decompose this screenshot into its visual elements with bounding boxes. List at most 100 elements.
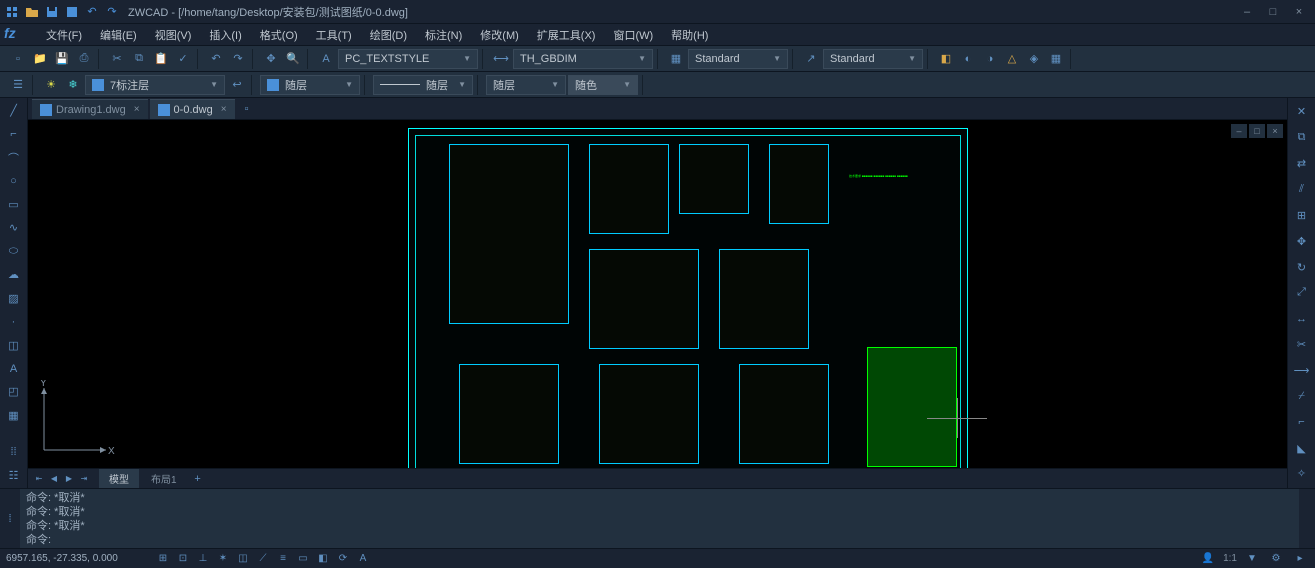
cmd-scrollbar[interactable] [1299, 489, 1315, 548]
table-icon[interactable]: ▦ [4, 407, 24, 424]
new-tab-icon[interactable]: ▫ [237, 99, 257, 119]
tb-icon-2[interactable]: ◐ [958, 49, 978, 69]
cmd-handle-icon[interactable]: ⁞ [0, 489, 20, 548]
point-icon[interactable]: · [4, 313, 24, 330]
menu-dimension[interactable]: 标注(N) [417, 25, 470, 45]
menu-format[interactable]: 格式(O) [252, 25, 306, 45]
scale-value[interactable]: 1:1 [1223, 553, 1237, 564]
block-icon[interactable]: ◫ [4, 336, 24, 353]
app-menu-icon[interactable] [4, 4, 20, 20]
polyline-icon[interactable]: ⌐ [4, 125, 24, 142]
fillet-icon[interactable]: ⌐ [1292, 412, 1312, 432]
zoom-icon[interactable]: 🔍 [283, 49, 303, 69]
move-grip-icon[interactable]: ⁞⁞ [4, 443, 24, 460]
menu-help[interactable]: 帮助(H) [663, 25, 716, 45]
vp-minimize-icon[interactable]: – [1231, 124, 1247, 138]
circle-icon[interactable]: ○ [4, 172, 24, 189]
tablestyle-icon[interactable]: ▦ [666, 49, 686, 69]
cycle-icon[interactable]: ⟳ [334, 551, 352, 567]
region-icon[interactable]: ◰ [4, 383, 24, 400]
paste-icon[interactable]: 📋 [151, 49, 171, 69]
pan-icon[interactable]: ✥ [261, 49, 281, 69]
undo-btn-icon[interactable]: ↶ [206, 49, 226, 69]
extend-icon[interactable]: ⟶ [1292, 361, 1312, 381]
layer-prev-icon[interactable]: ↩ [227, 75, 247, 95]
tablestyle-dropdown[interactable]: Standard ▼ [688, 49, 788, 69]
coordinates[interactable]: 6957.165, -27.335, 0.000 [6, 553, 146, 564]
menu-tools[interactable]: 工具(T) [308, 25, 360, 45]
layout-last-icon[interactable]: ⇥ [77, 471, 91, 487]
open-icon[interactable] [24, 4, 40, 20]
chevron-down-icon[interactable]: ▼ [1243, 551, 1261, 567]
add-layout-icon[interactable]: + [189, 471, 207, 487]
snap-grid-icon[interactable]: ⊞ [154, 551, 172, 567]
new-icon[interactable]: ▫ [8, 49, 28, 69]
menu-insert[interactable]: 插入(I) [201, 25, 249, 45]
tb-icon-5[interactable]: ◈ [1024, 49, 1044, 69]
cut-icon[interactable]: ✂ [107, 49, 127, 69]
match-icon[interactable]: ✓ [173, 49, 193, 69]
annot-icon[interactable]: A [354, 551, 372, 567]
drawing-viewport[interactable]: – □ × 技术要求 ■■■■■■ ■■■■■■ ■■■■■■ ■■■■■■ [28, 120, 1287, 468]
layout-prev-icon[interactable]: ◀ [47, 471, 61, 487]
lweight-icon[interactable]: ≡ [274, 551, 292, 567]
dimstyle-icon[interactable]: ⟷ [491, 49, 511, 69]
menu-edit[interactable]: 编辑(E) [92, 25, 145, 45]
stretch-icon[interactable]: ↔ [1292, 309, 1312, 329]
dimstyle-dropdown[interactable]: TH_GBDIM ▼ [513, 49, 653, 69]
tb-icon-3[interactable]: ◑ [980, 49, 1000, 69]
array-icon[interactable]: ⊞ [1292, 205, 1312, 225]
open-file-icon[interactable]: 📁 [30, 49, 50, 69]
polar-icon[interactable]: ✶ [214, 551, 232, 567]
cloud-icon[interactable]: ☁ [4, 266, 24, 283]
overflow-icon[interactable]: ▸ [1291, 551, 1309, 567]
color-dropdown[interactable]: 随层 ▼ [486, 75, 566, 95]
save-as-icon[interactable] [64, 4, 80, 20]
textstyle-dropdown[interactable]: PC_TEXTSTYLE ▼ [338, 49, 478, 69]
arc-icon[interactable]: ⌒ [4, 149, 24, 166]
dyn-icon[interactable]: ▭ [294, 551, 312, 567]
linetype-dropdown[interactable]: 随层 ▼ [260, 75, 360, 95]
rectangle-icon[interactable]: ▭ [4, 196, 24, 213]
save-file-icon[interactable]: 💾 [52, 49, 72, 69]
otrack-icon[interactable]: ⟋ [254, 551, 272, 567]
user-icon[interactable]: 👤 [1199, 551, 1217, 567]
undo-icon[interactable]: ↶ [84, 4, 100, 20]
save-icon[interactable] [44, 4, 60, 20]
layer-dropdown[interactable]: 7标注层 ▼ [85, 75, 225, 95]
doc-tab-drawing1[interactable]: Drawing1.dwg × [32, 99, 148, 119]
tb-icon-4[interactable]: △ [1002, 49, 1022, 69]
layer-manager-icon[interactable]: ☰ [8, 75, 28, 95]
chamfer-icon[interactable]: ◣ [1292, 438, 1312, 458]
close-tab-icon[interactable]: × [221, 104, 227, 115]
ellipse-icon[interactable]: ⬭ [4, 243, 24, 260]
redo-btn-icon[interactable]: ↷ [228, 49, 248, 69]
print-icon[interactable]: ⎙ [74, 49, 94, 69]
tb-icon-6[interactable]: ▦ [1046, 49, 1066, 69]
erase-icon[interactable]: ✕ [1292, 102, 1312, 122]
hatch-icon[interactable]: ▨ [4, 290, 24, 307]
menu-window[interactable]: 窗口(W) [605, 25, 661, 45]
vp-close-icon[interactable]: × [1267, 124, 1283, 138]
break-icon[interactable]: ⌿ [1292, 386, 1312, 406]
copy-icon[interactable]: ⧉ [129, 49, 149, 69]
line-icon[interactable]: ╱ [4, 102, 24, 119]
layer-state-icon[interactable]: ☀ [41, 75, 61, 95]
explode-icon[interactable]: ✧ [1292, 464, 1312, 484]
menu-modify[interactable]: 修改(M) [472, 25, 527, 45]
close-tab-icon[interactable]: × [134, 104, 140, 115]
trim-icon[interactable]: ✂ [1292, 335, 1312, 355]
menu-ext[interactable]: 扩展工具(X) [529, 25, 604, 45]
lineweight-dropdown[interactable]: 随层 ▼ [373, 75, 473, 95]
menu-draw[interactable]: 绘图(D) [362, 25, 415, 45]
leaderstyle-icon[interactable]: ↗ [801, 49, 821, 69]
textstyle-icon[interactable]: A [316, 49, 336, 69]
copy-obj-icon[interactable]: ⧉ [1292, 128, 1312, 148]
layout-next-icon[interactable]: ▶ [62, 471, 76, 487]
leaderstyle-dropdown[interactable]: Standard ▼ [823, 49, 923, 69]
move-icon[interactable]: ✥ [1292, 231, 1312, 251]
plot-color-dropdown[interactable]: 随色 ▼ [568, 75, 638, 95]
text-icon[interactable]: A [4, 360, 24, 377]
settings-icon[interactable]: ⚙ [1267, 551, 1285, 567]
rotate-icon[interactable]: ↻ [1292, 257, 1312, 277]
